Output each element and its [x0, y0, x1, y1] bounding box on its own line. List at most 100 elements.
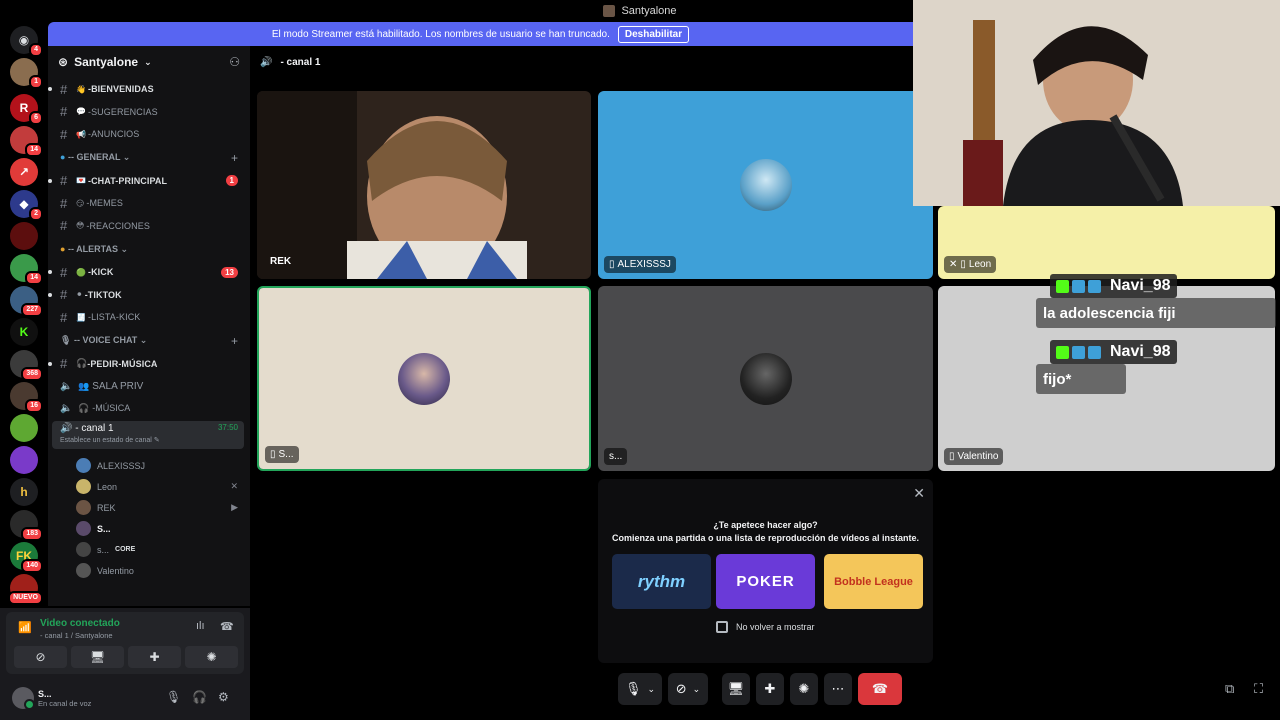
username[interactable]: S...: [38, 689, 91, 699]
camera-toggle-button[interactable]: ⊘ ⌄: [668, 673, 708, 705]
speaker-icon: 🔊: [260, 56, 273, 68]
channel-item[interactable]: # 📢 -ANUNCIOS: [48, 123, 250, 146]
server-header[interactable]: ⊛ Santyalone ⌄ ⚇: [48, 46, 250, 78]
category-alertas[interactable]: ● -- ALERTAS ⌄: [48, 237, 250, 261]
voice-connection-box: 📶 Video conectado - canal 1 / Santyalone…: [6, 612, 244, 674]
channel-item[interactable]: # 🟢 -KICK 13: [48, 261, 250, 284]
signal-icon[interactable]: 📶: [18, 621, 32, 634]
tile-avatar: [739, 352, 792, 405]
fullscreen-icon[interactable]: ⛶: [1254, 681, 1263, 697]
avatar[interactable]: [12, 687, 35, 710]
channel-item[interactable]: # 😏 -MEMES: [48, 192, 250, 215]
voice-member[interactable]: Leon ✕: [48, 476, 250, 497]
activity-card-bobble-league[interactable]: Bobble League: [824, 554, 923, 609]
tile-avatar: [739, 159, 792, 211]
category-general[interactable]: ● -- GENERAL ⌄ +: [48, 146, 250, 170]
mic-muted-icon: ✕: [949, 259, 958, 270]
add-member-icon[interactable]: ⚇: [229, 55, 240, 69]
server-icon-3[interactable]: 14: [10, 126, 43, 157]
gear-icon[interactable]: ⚙: [218, 690, 229, 704]
pencil-icon[interactable]: ✎: [154, 437, 160, 444]
channel-item[interactable]: # 🧾 -LISTA-KICK: [48, 306, 250, 329]
channel-canal-1-active[interactable]: 🔊 - canal 1 37:50 Establece un estado de …: [52, 421, 244, 449]
soundboard-icon: ✺: [798, 681, 810, 696]
close-icon[interactable]: ✕: [913, 485, 925, 502]
popout-icon[interactable]: ⧉: [1225, 681, 1234, 697]
channel-musica[interactable]: 🔈 🎧 -MÚSICA: [48, 397, 250, 419]
server-icon-13[interactable]: [10, 446, 38, 474]
video-tile-rek[interactable]: REK: [257, 91, 591, 279]
server-icon-11[interactable]: 16: [10, 382, 43, 413]
channel-item[interactable]: # 👋 -BIENVENIDAS: [48, 78, 250, 101]
voice-member[interactable]: s... CORE: [48, 539, 250, 560]
video-tile-s-speaking[interactable]: ▯ S...: [257, 286, 591, 471]
server-badge: 4: [29, 43, 43, 57]
unread-dot: [48, 292, 52, 297]
voice-member[interactable]: Valentino: [48, 560, 250, 581]
voice-member[interactable]: S...: [48, 518, 250, 539]
channel-item[interactable]: # 💌 -CHAT-PRINCIPAL 1: [48, 170, 250, 193]
rek-video-frame: [257, 91, 591, 279]
dont-show-checkbox[interactable]: [716, 621, 728, 633]
channel-sala-priv[interactable]: 🔈 👥 SALA PRIV: [48, 375, 250, 397]
activities-panel: ✕ ¿Te apetece hacer algo? Comienza una p…: [598, 479, 933, 663]
voice-status[interactable]: Video conectado: [40, 618, 120, 629]
server-icon-12[interactable]: [10, 414, 38, 442]
channel-item[interactable]: # ⚫ -TIKTOK: [48, 284, 250, 307]
server-icon-8[interactable]: 227: [10, 286, 43, 317]
voice-member[interactable]: ALEXISSSJ: [48, 455, 250, 476]
server-icon-15[interactable]: 183: [10, 510, 43, 541]
headphones-icon[interactable]: 🎧: [192, 690, 207, 704]
more-icon: ⋯: [831, 681, 845, 696]
microphone-icon[interactable]: 🎙: [166, 690, 181, 704]
add-channel-icon[interactable]: +: [231, 151, 238, 165]
soundboard-icon[interactable]: ılı: [196, 620, 205, 632]
channel-pedir-musica[interactable]: # 🎧 -PEDIR-MÚSICA: [48, 353, 250, 376]
camera-off-button[interactable]: ⊘: [14, 646, 67, 668]
mic-toggle-button[interactable]: 🎙 ⌄: [618, 673, 662, 705]
server-icon-10[interactable]: 368: [10, 350, 43, 381]
disconnect-icon[interactable]: ☎: [220, 620, 234, 633]
screen-share-button[interactable]: 🖥: [722, 673, 750, 705]
mic-icon: 🎙: [60, 335, 72, 345]
disable-streamer-button[interactable]: Deshabilitar: [617, 25, 690, 43]
video-tile-alexisssj[interactable]: ▯ ALEXISSSJ: [598, 91, 933, 279]
server-icon-6[interactable]: [10, 222, 38, 250]
voice-channel-path[interactable]: - canal 1 / Santyalone: [40, 631, 113, 640]
chevron-down-icon[interactable]: ⌄: [647, 684, 655, 695]
server-icon-17[interactable]: NUEVO: [8, 574, 43, 605]
server-icon-14[interactable]: h: [10, 478, 38, 506]
call-channel-name: - canal 1: [280, 56, 321, 68]
server-icon-0[interactable]: ◉ 4: [10, 26, 43, 57]
soundboard-button[interactable]: ✺: [790, 673, 818, 705]
screen-share-button[interactable]: 🖥: [71, 646, 124, 668]
activities-button[interactable]: ✚: [756, 673, 784, 705]
chevron-down-icon[interactable]: ⌄: [693, 684, 701, 695]
video-tile-leon[interactable]: ✕ ▯ Leon: [938, 206, 1275, 279]
tile-name-badge: ✕ ▯ Leon: [944, 256, 997, 273]
add-channel-icon[interactable]: +: [231, 334, 238, 348]
server-icon-4[interactable]: ↗: [10, 158, 38, 186]
more-options-button[interactable]: ⋯: [824, 673, 852, 705]
server-icon-5[interactable]: ◆ 2: [10, 190, 43, 221]
server-icon-2[interactable]: R6: [10, 94, 43, 125]
channel-emoji-icon: 👋: [76, 84, 86, 94]
channel-item[interactable]: # 💬 -SUGERENCIAS: [48, 101, 250, 124]
server-icon-16[interactable]: FK 140: [10, 542, 43, 573]
channel-label: -MÚSICA: [92, 403, 131, 413]
server-icon-7[interactable]: 14: [10, 254, 43, 285]
voice-member[interactable]: REK ▶: [48, 497, 250, 518]
soundboard-button[interactable]: ✺: [185, 646, 238, 668]
member-status-icon: ✕: [230, 481, 238, 491]
channel-label: SALA PRIV: [92, 380, 144, 392]
channel-status-prompt[interactable]: Establece un estado de canal: [60, 437, 152, 444]
video-tile-s[interactable]: s...: [598, 286, 933, 471]
category-voice-chat[interactable]: 🎙 -- VOICE CHAT ⌄ +: [48, 329, 250, 353]
disconnect-button[interactable]: ☎: [858, 673, 902, 705]
activity-card-rythm[interactable]: rythm: [612, 554, 711, 609]
activities-button[interactable]: ✚: [128, 646, 181, 668]
server-icon-9[interactable]: K: [10, 318, 38, 346]
server-icon-1[interactable]: 1: [10, 58, 43, 89]
activity-card-poker[interactable]: POKER: [716, 554, 815, 609]
channel-item[interactable]: # 😳 -REACCIONES: [48, 215, 250, 238]
